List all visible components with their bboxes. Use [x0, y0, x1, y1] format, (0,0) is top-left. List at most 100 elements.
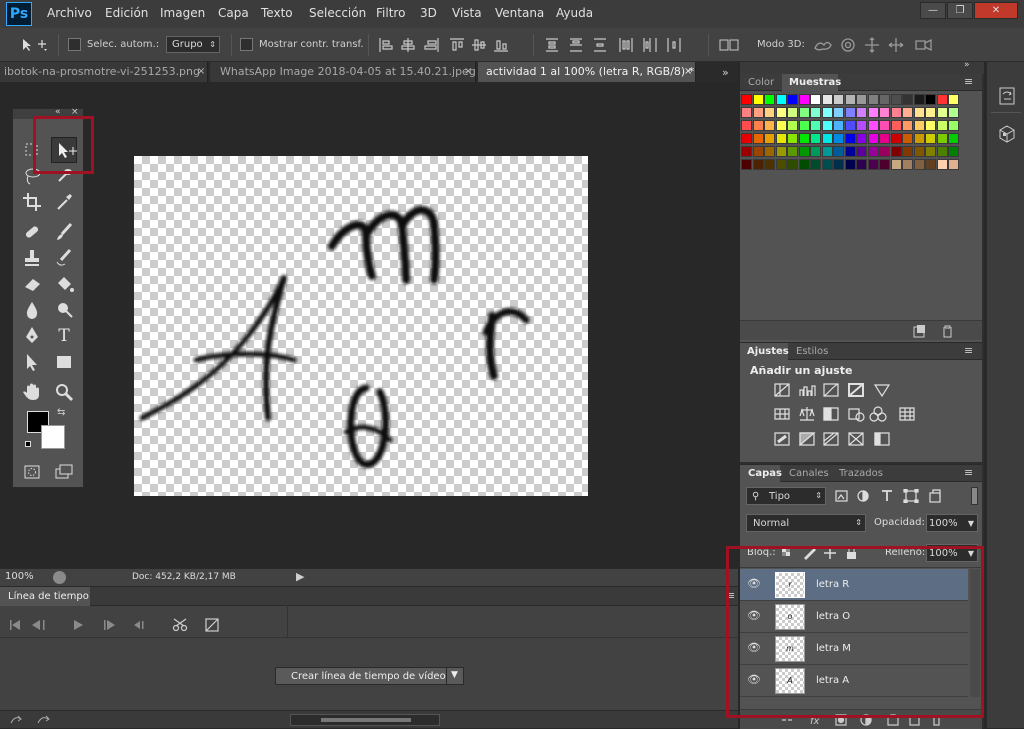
color-swatch[interactable] [844, 159, 856, 170]
menu-vista[interactable]: Vista [452, 6, 482, 20]
color-swatch[interactable] [798, 107, 810, 118]
auto-align-icon[interactable] [718, 37, 742, 53]
color-swatch[interactable] [925, 146, 936, 157]
tab-adjustments[interactable]: Ajustes [747, 346, 789, 357]
quick-mask-icon[interactable] [19, 459, 45, 485]
color-swatch[interactable] [925, 133, 936, 144]
color-swatch[interactable] [879, 94, 890, 105]
color-swatch[interactable] [787, 94, 798, 105]
dodge-tool-icon[interactable] [51, 297, 77, 323]
color-swatch[interactable] [821, 133, 833, 144]
color-swatch[interactable] [833, 159, 844, 170]
color-swatch[interactable] [902, 133, 913, 144]
color-swatch[interactable] [844, 146, 856, 157]
color-swatch[interactable] [764, 94, 775, 105]
color-swatch[interactable] [810, 146, 821, 157]
color-swatch[interactable] [833, 146, 844, 157]
status-menu-arrow-icon[interactable]: ▶ [296, 570, 304, 583]
color-swatch[interactable] [902, 159, 913, 170]
color-swatch[interactable] [798, 94, 810, 105]
healing-brush-tool-icon[interactable] [19, 219, 45, 245]
color-swatch[interactable] [787, 146, 798, 157]
screen-mode-icon[interactable] [51, 459, 77, 485]
color-swatch[interactable] [856, 107, 867, 118]
color-swatch[interactable] [867, 94, 879, 105]
color-swatch[interactable] [764, 107, 775, 118]
color-swatch[interactable] [821, 94, 833, 105]
adjustment-icons[interactable] [774, 383, 944, 453]
color-swatch[interactable] [741, 107, 752, 118]
color-swatch[interactable] [936, 94, 948, 105]
color-swatch[interactable] [890, 94, 902, 105]
new-swatch-icon[interactable] [912, 324, 926, 338]
color-swatch[interactable] [741, 94, 752, 105]
tab-styles[interactable]: Estilos [796, 346, 828, 357]
menu-seleccion[interactable]: Selección [309, 6, 366, 20]
color-swatch[interactable] [833, 133, 844, 144]
color-swatch[interactable] [856, 146, 867, 157]
tab-channels[interactable]: Canales [789, 468, 829, 479]
color-swatch[interactable] [775, 107, 787, 118]
color-swatch[interactable] [821, 107, 833, 118]
layers-menu-icon[interactable]: ≡ [964, 466, 973, 479]
distribute-buttons-icon[interactable] [544, 37, 704, 53]
color-swatch[interactable] [879, 159, 890, 170]
color-swatch[interactable] [775, 146, 787, 157]
color-swatch[interactable] [879, 146, 890, 157]
color-swatch[interactable] [775, 159, 787, 170]
color-swatch[interactable] [764, 133, 775, 144]
color-swatch[interactable] [913, 120, 925, 131]
color-swatch[interactable] [856, 120, 867, 131]
color-swatch[interactable] [948, 146, 959, 157]
color-swatch[interactable] [856, 94, 867, 105]
color-swatch[interactable] [764, 159, 775, 170]
crop-tool-icon[interactable] [19, 189, 45, 215]
filter-toggle-switch[interactable] [971, 487, 978, 505]
menu-capa[interactable]: Capa [218, 6, 249, 20]
history-panel-icon[interactable] [997, 86, 1017, 106]
color-swatch[interactable] [775, 120, 787, 131]
color-swatch[interactable] [844, 133, 856, 144]
close-tab-2-icon[interactable]: × [464, 62, 472, 82]
color-swatch[interactable] [833, 107, 844, 118]
tab-layers[interactable]: Capas [748, 468, 782, 479]
eyedropper-tool-icon[interactable] [51, 189, 77, 215]
swap-colors-icon[interactable]: ⇆ [57, 407, 65, 418]
doc-tab-1[interactable]: ibotok-na-prosmotre-vi-251253.png [0, 62, 208, 82]
color-swatch[interactable] [890, 107, 902, 118]
blend-mode-dropdown[interactable]: Normal ⇕ [746, 514, 866, 532]
color-swatch[interactable] [752, 94, 764, 105]
color-swatch[interactable] [867, 120, 879, 131]
color-swatch[interactable] [821, 159, 833, 170]
close-tab-active-icon[interactable]: × [684, 62, 692, 82]
color-swatch[interactable] [925, 159, 936, 170]
color-swatch[interactable] [741, 146, 752, 157]
color-swatch[interactable] [752, 133, 764, 144]
color-swatch[interactable] [810, 107, 821, 118]
color-swatch[interactable] [936, 159, 948, 170]
zoom-tool-icon[interactable] [51, 379, 77, 405]
color-swatch[interactable] [890, 120, 902, 131]
adjustments-menu-icon[interactable]: ≡ [964, 344, 973, 357]
show-transform-checkbox[interactable] [240, 38, 253, 51]
color-swatch[interactable] [879, 120, 890, 131]
color-swatch[interactable] [752, 107, 764, 118]
color-swatch[interactable] [902, 120, 913, 131]
default-colors-icon[interactable] [25, 441, 31, 447]
color-swatch[interactable] [936, 133, 948, 144]
close-window-button[interactable]: ✕ [974, 2, 1018, 19]
color-swatch[interactable] [810, 120, 821, 131]
color-swatch[interactable] [810, 94, 821, 105]
color-swatch[interactable] [879, 107, 890, 118]
color-swatch[interactable] [856, 133, 867, 144]
color-swatch[interactable] [821, 146, 833, 157]
color-swatch[interactable] [764, 146, 775, 157]
status-info-icon[interactable] [53, 571, 66, 584]
trash-icon[interactable] [940, 324, 954, 338]
close-tab-1-icon[interactable]: × [197, 62, 205, 82]
tab-paths[interactable]: Trazados [839, 468, 883, 479]
create-video-timeline-button[interactable]: Crear línea de tiempo de vídeo [275, 667, 460, 685]
auto-select-dropdown[interactable]: Grupo ⇕ [166, 36, 220, 53]
menu-ventana[interactable]: Ventana [495, 6, 544, 20]
rectangle-tool-icon[interactable] [51, 349, 77, 375]
